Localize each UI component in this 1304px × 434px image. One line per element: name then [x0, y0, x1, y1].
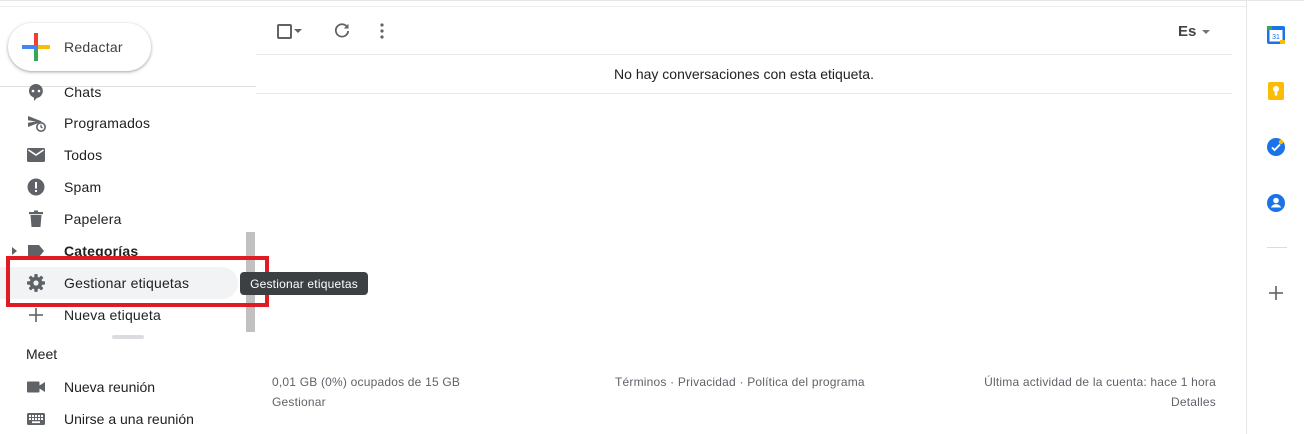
more-options-button[interactable] [368, 17, 396, 45]
tasks-icon [1267, 138, 1285, 156]
meet-item-label: Unirse a una reunión [64, 411, 194, 427]
sidebar-item-chats[interactable]: Chats [0, 82, 238, 108]
toolbar-divider [256, 54, 1232, 55]
manage-storage-link[interactable]: Gestionar [272, 395, 326, 409]
terms-link[interactable]: Términos [615, 375, 667, 389]
sidebar-item-scheduled[interactable]: Programados [0, 107, 238, 139]
input-tools-language[interactable]: Es [1178, 23, 1211, 40]
meet-section-title: Meet [26, 346, 58, 362]
expand-arrow-icon[interactable] [12, 247, 17, 255]
sidebar-item-all-mail[interactable]: Todos [0, 139, 238, 171]
list-divider [256, 93, 1232, 94]
sidebar-item-label: Spam [64, 179, 102, 195]
calendar-app-button[interactable]: 31 [1266, 25, 1286, 45]
tasks-app-button[interactable] [1266, 137, 1286, 157]
sidebar-item-label: Programados [64, 115, 151, 131]
resize-handle[interactable] [112, 335, 144, 339]
compose-button[interactable]: Redactar [8, 23, 151, 71]
language-label: Es [1178, 23, 1197, 40]
storage-usage: 0,01 GB (0%) ocupados de 15 GB [272, 375, 461, 389]
sidebar-item-manage-labels[interactable]: Gestionar etiquetas [0, 267, 238, 299]
plus-icon [26, 305, 46, 325]
refresh-icon [334, 23, 350, 38]
footer-links: Términos · Privacidad · Política del pro… [615, 372, 865, 392]
more-vert-icon [380, 23, 384, 39]
meet-join-meeting[interactable]: Unirse a una reunión [0, 403, 238, 434]
footer-separator: · [735, 375, 748, 389]
sidebar-item-new-label[interactable]: Nueva etiqueta [0, 299, 238, 330]
sidebar-item-label: Chats [64, 84, 102, 100]
gear-icon [26, 273, 46, 293]
meet-item-label: Nueva reunión [64, 379, 156, 395]
calendar-day: 31 [1272, 34, 1280, 41]
select-dropdown-button[interactable] [290, 17, 306, 45]
keep-app-button[interactable] [1266, 81, 1286, 101]
refresh-button[interactable] [328, 17, 356, 45]
chat-icon [26, 82, 46, 102]
contacts-icon [1267, 194, 1285, 212]
add-icon [1269, 286, 1283, 300]
sidebar-item-trash[interactable]: Papelera [0, 203, 238, 235]
sidebar-item-label: Todos [64, 147, 103, 163]
side-panel: 31 [1246, 0, 1304, 434]
compose-plus-icon [22, 33, 50, 61]
sidebar-item-label: Categorías [64, 243, 139, 259]
sidebar-item-label: Gestionar etiquetas [64, 275, 190, 291]
sidebar-item-label: Nueva etiqueta [64, 307, 161, 323]
toolbar: Es [256, 7, 1232, 55]
contacts-app-button[interactable] [1266, 193, 1286, 213]
scheduled-send-icon [26, 113, 46, 133]
keyboard-icon [26, 409, 46, 429]
mail-icon [26, 145, 46, 165]
add-addon-button[interactable] [1266, 283, 1286, 303]
meet-new-meeting[interactable]: Nueva reunión [0, 371, 238, 403]
calendar-icon: 31 [1267, 26, 1285, 44]
sidebar-item-label: Papelera [64, 211, 122, 227]
empty-state-message: No hay conversaciones con esta etiqueta. [614, 66, 874, 82]
sidebar-item-categories[interactable]: Categorías [0, 235, 238, 267]
caret-down-icon [1202, 29, 1211, 34]
keep-icon [1268, 82, 1284, 100]
side-panel-divider [1267, 247, 1287, 248]
label-icon [26, 241, 46, 261]
sidebar-item-spam[interactable]: Spam [0, 171, 238, 203]
trash-icon [26, 209, 46, 229]
report-spam-icon [26, 177, 46, 197]
last-activity: Última actividad de la cuenta: hace 1 ho… [984, 375, 1216, 389]
privacy-link[interactable]: Privacidad [678, 375, 736, 389]
compose-label: Redactar [64, 39, 123, 55]
video-camera-icon [26, 377, 46, 397]
program-policy-link[interactable]: Política del programa [747, 375, 865, 389]
caret-down-icon [294, 29, 302, 33]
label-list: Chats Programados Todos Spam Papelera Ca… [0, 82, 240, 330]
tooltip: Gestionar etiquetas [240, 272, 368, 295]
footer-activity: Última actividad de la cuenta: hace 1 ho… [900, 372, 1216, 412]
footer-storage: 0,01 GB (0%) ocupados de 15 GB Gestionar [272, 372, 460, 412]
sidebar: Redactar Chats Programados Todos Spam Pa… [0, 0, 256, 434]
footer-separator: · [666, 375, 678, 389]
details-link[interactable]: Detalles [1171, 395, 1216, 409]
